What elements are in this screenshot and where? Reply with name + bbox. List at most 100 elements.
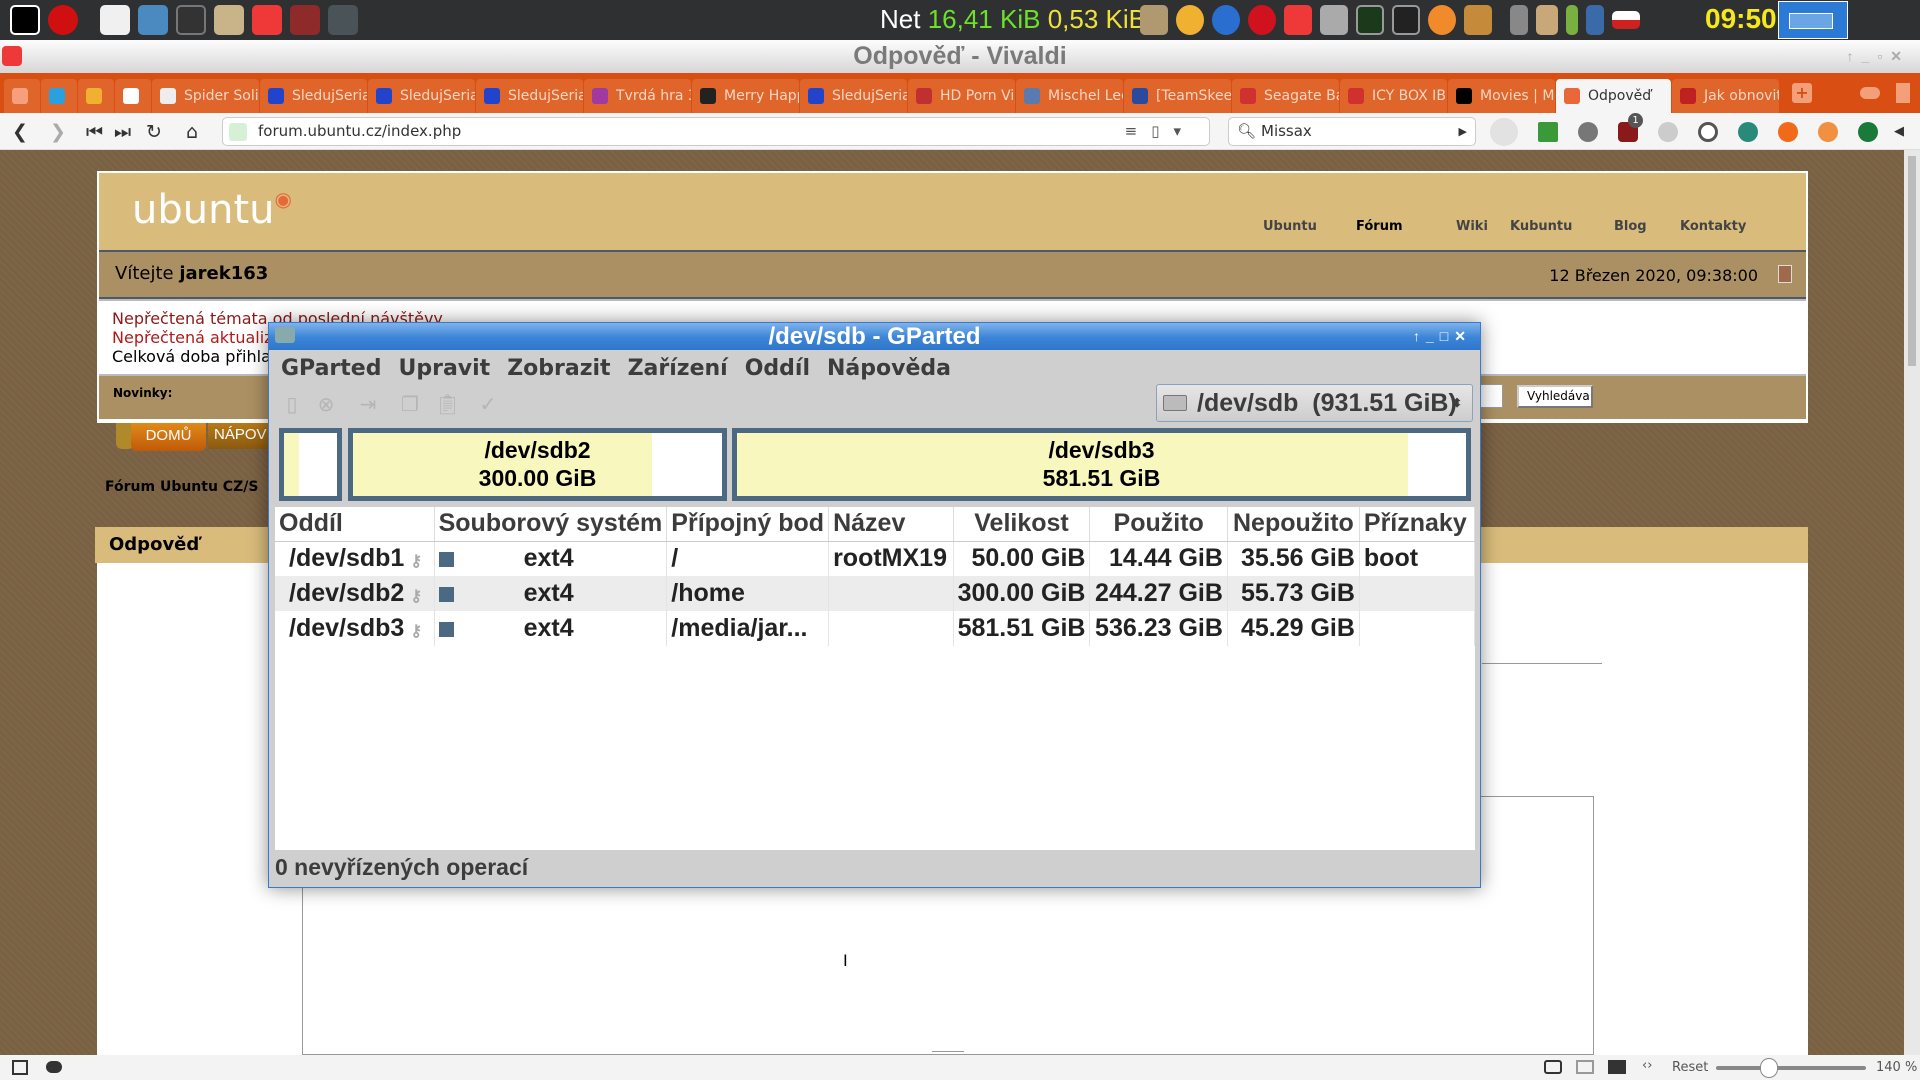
camera-icon[interactable] <box>1544 1060 1562 1074</box>
menu-gparted[interactable]: GParted <box>281 356 381 381</box>
pinned-tab[interactable] <box>115 79 151 113</box>
chat-extension-icon[interactable] <box>1658 122 1678 142</box>
tab-help[interactable]: NÁPOV <box>208 423 270 449</box>
folder-icon[interactable] <box>1140 5 1168 35</box>
vivaldi-menu-button[interactable] <box>4 79 40 113</box>
browser-tab[interactable]: ICY BOX IB <box>1340 79 1447 113</box>
scrollbar-thumb[interactable] <box>1908 156 1916 366</box>
film-extension-icon[interactable] <box>1578 122 1598 142</box>
package-icon[interactable] <box>1320 5 1348 35</box>
menu-upravit[interactable]: Upravit <box>398 356 490 381</box>
download-extension-icon[interactable] <box>1538 122 1558 142</box>
signal-icon[interactable] <box>1586 5 1604 35</box>
browser-tab[interactable]: Merry Happ <box>692 79 799 113</box>
gparted-icon[interactable] <box>138 5 168 35</box>
collapse-icon[interactable] <box>1778 265 1792 283</box>
hammer-extension-icon[interactable] <box>1818 122 1838 142</box>
table-row[interactable]: /dev/sdb1 ⚷ ext4 /rootMX19 50.00 GiB 14.44 Gi… <box>275 541 1476 576</box>
col-name[interactable]: Název <box>828 507 954 542</box>
window-controls[interactable]: ↑_□✕ <box>1413 323 1472 350</box>
search-go-icon[interactable]: ▶ <box>1459 118 1467 145</box>
partition-box-sdb1[interactable] <box>279 428 342 501</box>
text-editor-icon[interactable] <box>100 5 130 35</box>
nav-forum[interactable]: Fórum <box>1356 219 1403 234</box>
browser-tab[interactable]: Seagate Ba <box>1232 79 1339 113</box>
window-controls[interactable]: ↑_▫✕ <box>1847 40 1910 73</box>
trash-icon[interactable] <box>1896 83 1910 103</box>
cloud-icon[interactable] <box>1860 87 1880 99</box>
partition-box-sdb3[interactable]: /dev/sdb3 581.51 GiB <box>732 428 1471 501</box>
browser-tab[interactable]: HD Porn Vi <box>908 79 1015 113</box>
tab-active[interactable]: Odpověď <box>1556 79 1671 113</box>
apply-icon[interactable]: ✓ <box>477 393 499 415</box>
menu-oddil[interactable]: Oddíl <box>745 356 810 381</box>
col-size[interactable]: Velikost <box>953 507 1091 542</box>
rewind-icon[interactable]: ⏮ <box>86 121 103 143</box>
copy-icon[interactable]: ❐ <box>399 393 421 415</box>
paste-icon[interactable]: 📋︎ <box>435 393 460 415</box>
browser-tab[interactable]: SledujSeria <box>368 79 475 113</box>
images-icon[interactable] <box>1608 1060 1626 1074</box>
nav-kontakty[interactable]: Kontakty <box>1680 219 1746 234</box>
thunderbird-icon[interactable] <box>1212 5 1240 35</box>
reload-icon[interactable]: ↻ <box>146 121 162 143</box>
volume-icon[interactable] <box>1510 5 1528 35</box>
vivaldi-icon[interactable] <box>1284 5 1312 35</box>
url-actions[interactable]: ≡▯▾ <box>1125 118 1195 145</box>
stop-icon[interactable] <box>48 5 78 35</box>
new-tab-button[interactable]: + <box>1792 83 1812 103</box>
browser-tab[interactable]: [TeamSkeet <box>1124 79 1231 113</box>
breadcrumb[interactable]: Fórum Ubuntu CZ/S <box>105 479 258 495</box>
x-icon[interactable] <box>10 5 40 35</box>
folder-icon[interactable] <box>214 5 244 35</box>
browser-tab[interactable]: SledujSeria <box>260 79 367 113</box>
nav-ubuntu[interactable]: Ubuntu <box>1263 219 1317 234</box>
vivaldi-icon[interactable] <box>2 46 22 66</box>
table-row[interactable]: /dev/sdb3 ⚷ ext4/media/jar... 581.51 GiB 536… <box>275 611 1476 646</box>
col-flags[interactable]: Příznaky <box>1359 507 1476 542</box>
new-partition-icon[interactable]: ▯ <box>281 393 303 415</box>
home-icon[interactable]: ⌂ <box>186 121 198 143</box>
battery-icon[interactable] <box>1566 5 1578 35</box>
pinned-tab[interactable] <box>78 79 114 113</box>
device-selector[interactable]: /dev/sdb (931.51 GiB) ⬍ <box>1156 384 1473 422</box>
col-used[interactable]: Použito <box>1089 507 1228 542</box>
ubuntu-logo[interactable]: ubuntu◉ <box>132 187 292 233</box>
vivaldi-icon[interactable] <box>290 5 320 35</box>
zoom-slider[interactable] <box>1716 1058 1866 1078</box>
panel-toggle-icon[interactable] <box>12 1060 28 1075</box>
fast-forward-icon[interactable]: ⏭ <box>114 121 131 143</box>
forum-search-button[interactable]: Vyhledáva <box>1517 385 1593 408</box>
panel-toggle-icon[interactable]: ◀ <box>1894 124 1904 139</box>
zoom-reset-button[interactable]: Reset <box>1672 1060 1708 1075</box>
vivaldi-icon[interactable] <box>252 5 282 35</box>
back-icon[interactable]: ❮ <box>12 121 28 143</box>
search-field[interactable]: 🔍︎ Missax ▶ <box>1228 117 1476 146</box>
browser-tab[interactable]: Spider Solit <box>152 79 259 113</box>
t-extension-icon[interactable] <box>1738 122 1758 142</box>
nav-wiki[interactable]: Wiki <box>1456 219 1488 234</box>
system-monitor-icon[interactable] <box>1356 5 1384 35</box>
fire-extension-icon[interactable] <box>1778 122 1798 142</box>
browser-tab[interactable]: Tvrdá hra 3 <box>584 79 691 113</box>
block-extension-icon[interactable] <box>1698 122 1718 142</box>
nav-blog[interactable]: Blog <box>1614 219 1647 234</box>
shell-icon[interactable] <box>1428 5 1456 35</box>
settings-icon[interactable] <box>328 5 358 35</box>
browser-tab[interactable]: Mischel Lee <box>1016 79 1123 113</box>
gparted-title-bar[interactable]: /dev/sdb - GParted ↑_□✕ <box>269 323 1480 350</box>
terminal-icon[interactable] <box>176 5 206 35</box>
col-unused[interactable]: Nepoužito <box>1227 507 1360 542</box>
pinned-tab[interactable] <box>41 79 77 113</box>
tab-home[interactable]: DOMŮ <box>131 423 206 451</box>
weather-icon[interactable] <box>1176 5 1204 35</box>
browser-tab[interactable]: SledujSeria <box>476 79 583 113</box>
clipboard-icon[interactable] <box>1536 5 1558 35</box>
table-row[interactable]: /dev/sdb2 ⚷ ext4/home 300.00 GiB 244.27 GiB 5… <box>275 576 1476 611</box>
forward-icon[interactable]: ❯ <box>50 121 66 143</box>
browser-tab[interactable]: SledujSeria <box>800 79 907 113</box>
browser-tab[interactable]: Movies | Mi <box>1448 79 1555 113</box>
url-field[interactable]: forum.ubuntu.cz/index.php ≡▯▾ <box>222 117 1210 146</box>
page-actions-icon[interactable]: ‹› <box>1642 1058 1652 1073</box>
menu-zarizeni[interactable]: Zařízení <box>628 356 728 381</box>
